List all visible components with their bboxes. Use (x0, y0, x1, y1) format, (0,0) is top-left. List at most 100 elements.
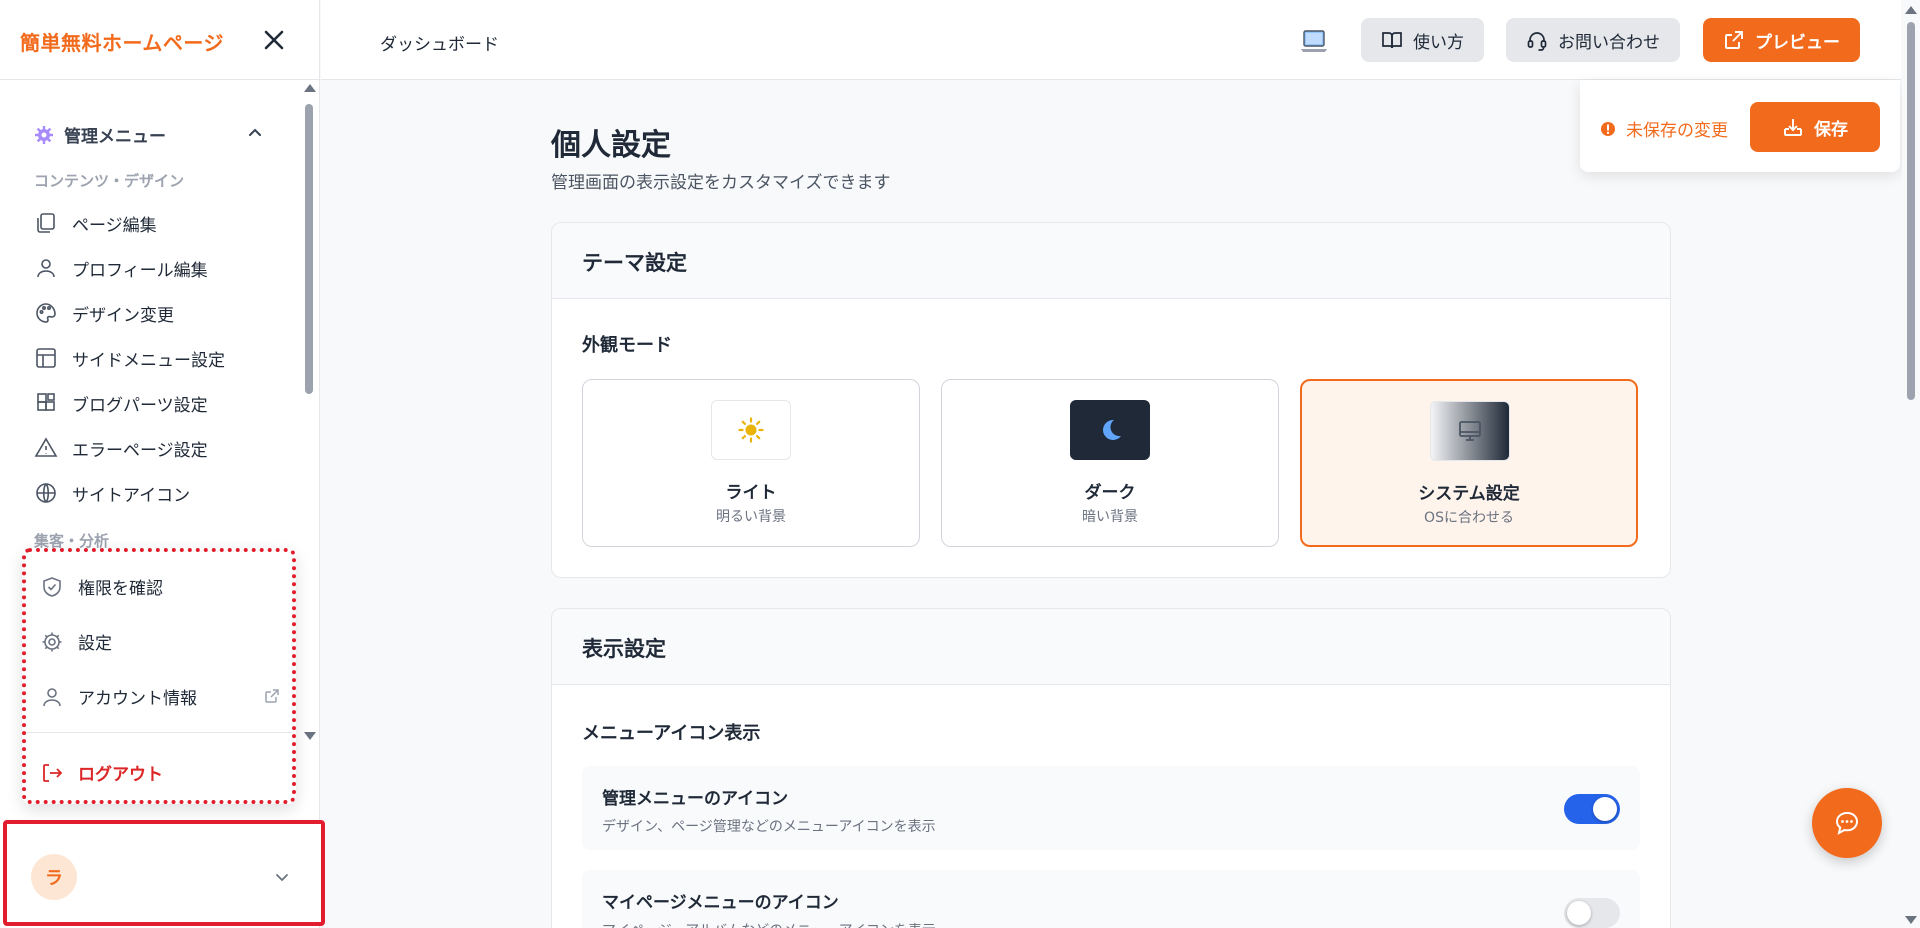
scroll-up-arrow-icon[interactable] (1905, 6, 1917, 14)
sidebar-item-blog-parts[interactable]: ブログパーツ設定 (34, 388, 274, 418)
user-icon (34, 256, 58, 280)
sidebar-item-design[interactable]: デザイン変更 (34, 298, 274, 328)
unsaved-label: 未保存の変更 (1626, 121, 1728, 141)
admin-menu-header[interactable]: 管理メニュー (34, 122, 264, 147)
scroll-down-arrow-icon[interactable] (1905, 916, 1917, 924)
menu-item-label: 権限を確認 (78, 579, 163, 599)
page-scrollbar[interactable] (1902, 0, 1920, 928)
top-bar: ダッシュボード 使い方 お問い合わせ プレビュー (321, 0, 1901, 80)
palette-icon (34, 301, 58, 325)
layout-icon (34, 346, 58, 370)
appearance-mode-label: 外観モード (582, 335, 672, 356)
external-link-icon (1723, 29, 1745, 51)
logout-icon (40, 761, 64, 785)
sidebar-item-side-menu[interactable]: サイドメニュー設定 (34, 343, 274, 373)
howto-label: 使い方 (1413, 32, 1464, 53)
unsaved-indicator: 未保存の変更 (1600, 116, 1728, 141)
menu-item-account-info[interactable]: アカウント情報 (40, 684, 280, 709)
user-icon (40, 685, 64, 709)
chat-button[interactable] (1812, 788, 1882, 858)
page-title: 個人設定 (551, 128, 671, 163)
globe-icon (34, 481, 58, 505)
theme-option-name: ダーク (1084, 483, 1136, 503)
menu-item-label: アカウント情報 (78, 689, 197, 709)
theme-option-system[interactable]: システム設定 OSに合わせる (1300, 379, 1638, 547)
gear-icon (34, 125, 54, 145)
menu-item-settings[interactable]: 設定 (40, 629, 280, 654)
save-label: 保存 (1814, 119, 1848, 140)
save-panel: 未保存の変更 保存 (1580, 80, 1900, 172)
sidebar-item-page-edit[interactable]: ページ編集 (34, 208, 274, 238)
brand-logo[interactable]: 簡単無料ホームページ (20, 27, 224, 56)
theme-option-desc: OSに合わせる (1424, 510, 1514, 526)
theme-option-name: ライト (725, 483, 777, 503)
sidebar-scrollbar[interactable] (302, 84, 316, 740)
sidebar-item-profile-edit[interactable]: プロフィール編集 (34, 253, 274, 283)
preview-button[interactable]: プレビュー (1703, 18, 1860, 62)
preview-label: プレビュー (1755, 32, 1840, 53)
book-icon (1381, 29, 1403, 51)
monitor-icon (1430, 401, 1510, 461)
laptop-icon[interactable] (1299, 26, 1329, 56)
card-title: 表示設定 (552, 609, 1670, 685)
logout-button[interactable]: ログアウト (40, 760, 280, 785)
chat-bubble-icon (1832, 808, 1862, 838)
menu-item-permissions[interactable]: 権限を確認 (40, 574, 280, 599)
card-title: テーマ設定 (552, 223, 1670, 299)
scroll-thumb[interactable] (305, 104, 313, 394)
chevron-up-icon[interactable] (246, 124, 264, 142)
breadcrumb[interactable]: ダッシュボード (380, 30, 499, 55)
save-button[interactable]: 保存 (1750, 102, 1880, 152)
theme-option-light[interactable]: ライト 明るい背景 (582, 379, 920, 547)
admin-menu-title: 管理メニュー (64, 127, 166, 147)
sidebar-item-label: プロフィール編集 (72, 260, 208, 281)
sidebar-item-site-icon[interactable]: サイトアイコン (34, 478, 274, 508)
chevron-down-icon (273, 868, 291, 886)
avatar: ラ (31, 854, 77, 900)
menu-icon-display-label: メニューアイコン表示 (582, 723, 761, 744)
download-icon (1782, 116, 1804, 138)
close-icon[interactable] (260, 26, 288, 54)
logout-label: ログアウト (78, 765, 163, 785)
theme-settings-card: テーマ設定 外観モード ライト 明るい背景 ダーク 暗い背景 システム設定 OS… (551, 222, 1671, 578)
sun-icon (711, 400, 791, 460)
setting-row-admin-menu-icons: 管理メニューのアイコン デザイン、ページ管理などのメニューアイコンを表示 (582, 766, 1640, 850)
setting-description: マイページ、アルバムなどのメニューアイコンを表示 (602, 920, 936, 928)
sidebar-item-label: サイトアイコン (72, 485, 191, 506)
scroll-thumb[interactable] (1907, 22, 1915, 400)
sidebar-item-label: サイドメニュー設定 (72, 350, 225, 371)
theme-option-desc: 暗い背景 (1082, 509, 1138, 525)
contact-label: お問い合わせ (1558, 32, 1660, 53)
howto-button[interactable]: 使い方 (1361, 18, 1484, 62)
scroll-up-arrow-icon[interactable] (304, 84, 316, 92)
headset-icon (1526, 29, 1548, 51)
settings-icon (40, 630, 64, 654)
divider (26, 732, 292, 733)
display-settings-card: 表示設定 メニューアイコン表示 管理メニューのアイコン デザイン、ページ管理など… (551, 608, 1671, 928)
user-account-toggle[interactable]: ラ (3, 820, 325, 926)
contact-button[interactable]: お問い合わせ (1506, 18, 1680, 62)
sidebar-item-label: ページ編集 (72, 215, 157, 236)
warning-icon (34, 436, 58, 460)
account-popup-menu: 権限を確認 設定 アカウント情報 ログアウト (22, 548, 296, 804)
toggle-switch-admin-menu-icons[interactable] (1564, 794, 1620, 824)
setting-row-mypage-menu-icons: マイページメニューのアイコン マイページ、アルバムなどのメニューアイコンを表示 (582, 870, 1640, 928)
blocks-icon (34, 391, 58, 415)
theme-option-desc: 明るい背景 (716, 509, 786, 525)
setting-description: デザイン、ページ管理などのメニューアイコンを表示 (602, 819, 936, 835)
shield-check-icon (40, 575, 64, 599)
moon-icon (1070, 400, 1150, 460)
theme-option-dark[interactable]: ダーク 暗い背景 (941, 379, 1279, 547)
toggle-switch-mypage-menu-icons[interactable] (1564, 898, 1620, 928)
copy-icon (34, 211, 58, 235)
sidebar-item-label: ブログパーツ設定 (72, 395, 208, 416)
brand-row: 簡単無料ホームページ (0, 0, 320, 80)
scroll-down-arrow-icon[interactable] (304, 732, 316, 740)
page-subtitle: 管理画面の表示設定をカスタマイズできます (551, 173, 891, 193)
sidebar-item-error-page[interactable]: エラーページ設定 (34, 433, 274, 463)
sidebar-item-label: エラーページ設定 (72, 440, 208, 461)
alert-circle-icon (1600, 121, 1616, 137)
external-link-icon (264, 688, 280, 704)
theme-option-name: システム設定 (1418, 484, 1520, 504)
section-label-content: コンテンツ・デザイン (34, 172, 185, 190)
